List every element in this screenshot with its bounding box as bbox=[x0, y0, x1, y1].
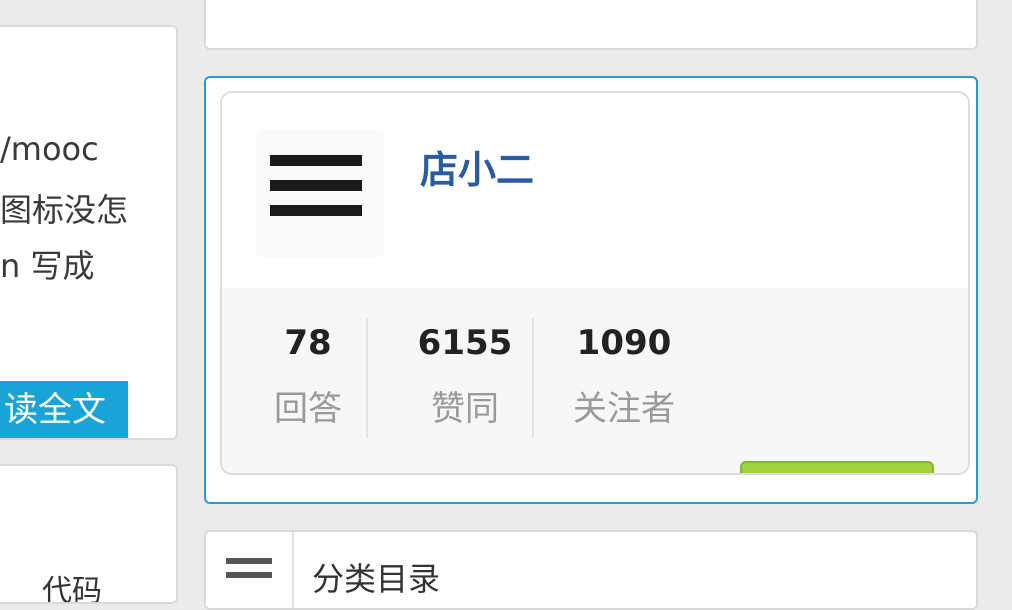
article-text-fragment: 代码 bbox=[42, 574, 102, 604]
stat-likes[interactable]: 6155 赞同 bbox=[390, 323, 540, 430]
follow-button[interactable] bbox=[740, 461, 934, 473]
stat-value: 6155 bbox=[417, 323, 513, 363]
article-card: /mooc 图标没怎 n 写成 读全文 bbox=[0, 25, 178, 440]
stat-followers[interactable]: 1090 关注者 bbox=[554, 323, 694, 430]
category-title: 分类目录 bbox=[312, 560, 441, 598]
article-text-line: 图标没怎 bbox=[0, 191, 129, 229]
list-icon bbox=[206, 532, 294, 608]
category-card: 分类目录 bbox=[204, 530, 978, 610]
author-stats: 78 回答 6155 赞同 1090 关注者 bbox=[222, 288, 968, 473]
stat-answers[interactable]: 78 回答 bbox=[248, 323, 368, 430]
article-text-line: n 写成 bbox=[0, 247, 95, 285]
author-profile-card: 店小二 78 回答 6155 赞同 1090 关注者 bbox=[204, 76, 978, 504]
stat-value: 78 bbox=[284, 323, 332, 363]
author-name[interactable]: 店小二 bbox=[420, 139, 534, 194]
stat-label: 关注者 bbox=[573, 389, 675, 429]
stat-value: 1090 bbox=[576, 323, 672, 363]
read-more-button[interactable]: 读全文 bbox=[0, 381, 128, 438]
avatar[interactable] bbox=[256, 129, 384, 257]
divider bbox=[532, 318, 534, 438]
stat-label: 赞同 bbox=[431, 389, 499, 429]
author-profile-inner: 店小二 78 回答 6155 赞同 1090 关注者 bbox=[220, 91, 970, 475]
stat-label: 回答 bbox=[274, 389, 342, 429]
article-text-line: /mooc bbox=[0, 130, 99, 168]
divider bbox=[366, 318, 368, 438]
article-card: 代码 bbox=[0, 464, 178, 604]
top-card bbox=[204, 0, 978, 50]
